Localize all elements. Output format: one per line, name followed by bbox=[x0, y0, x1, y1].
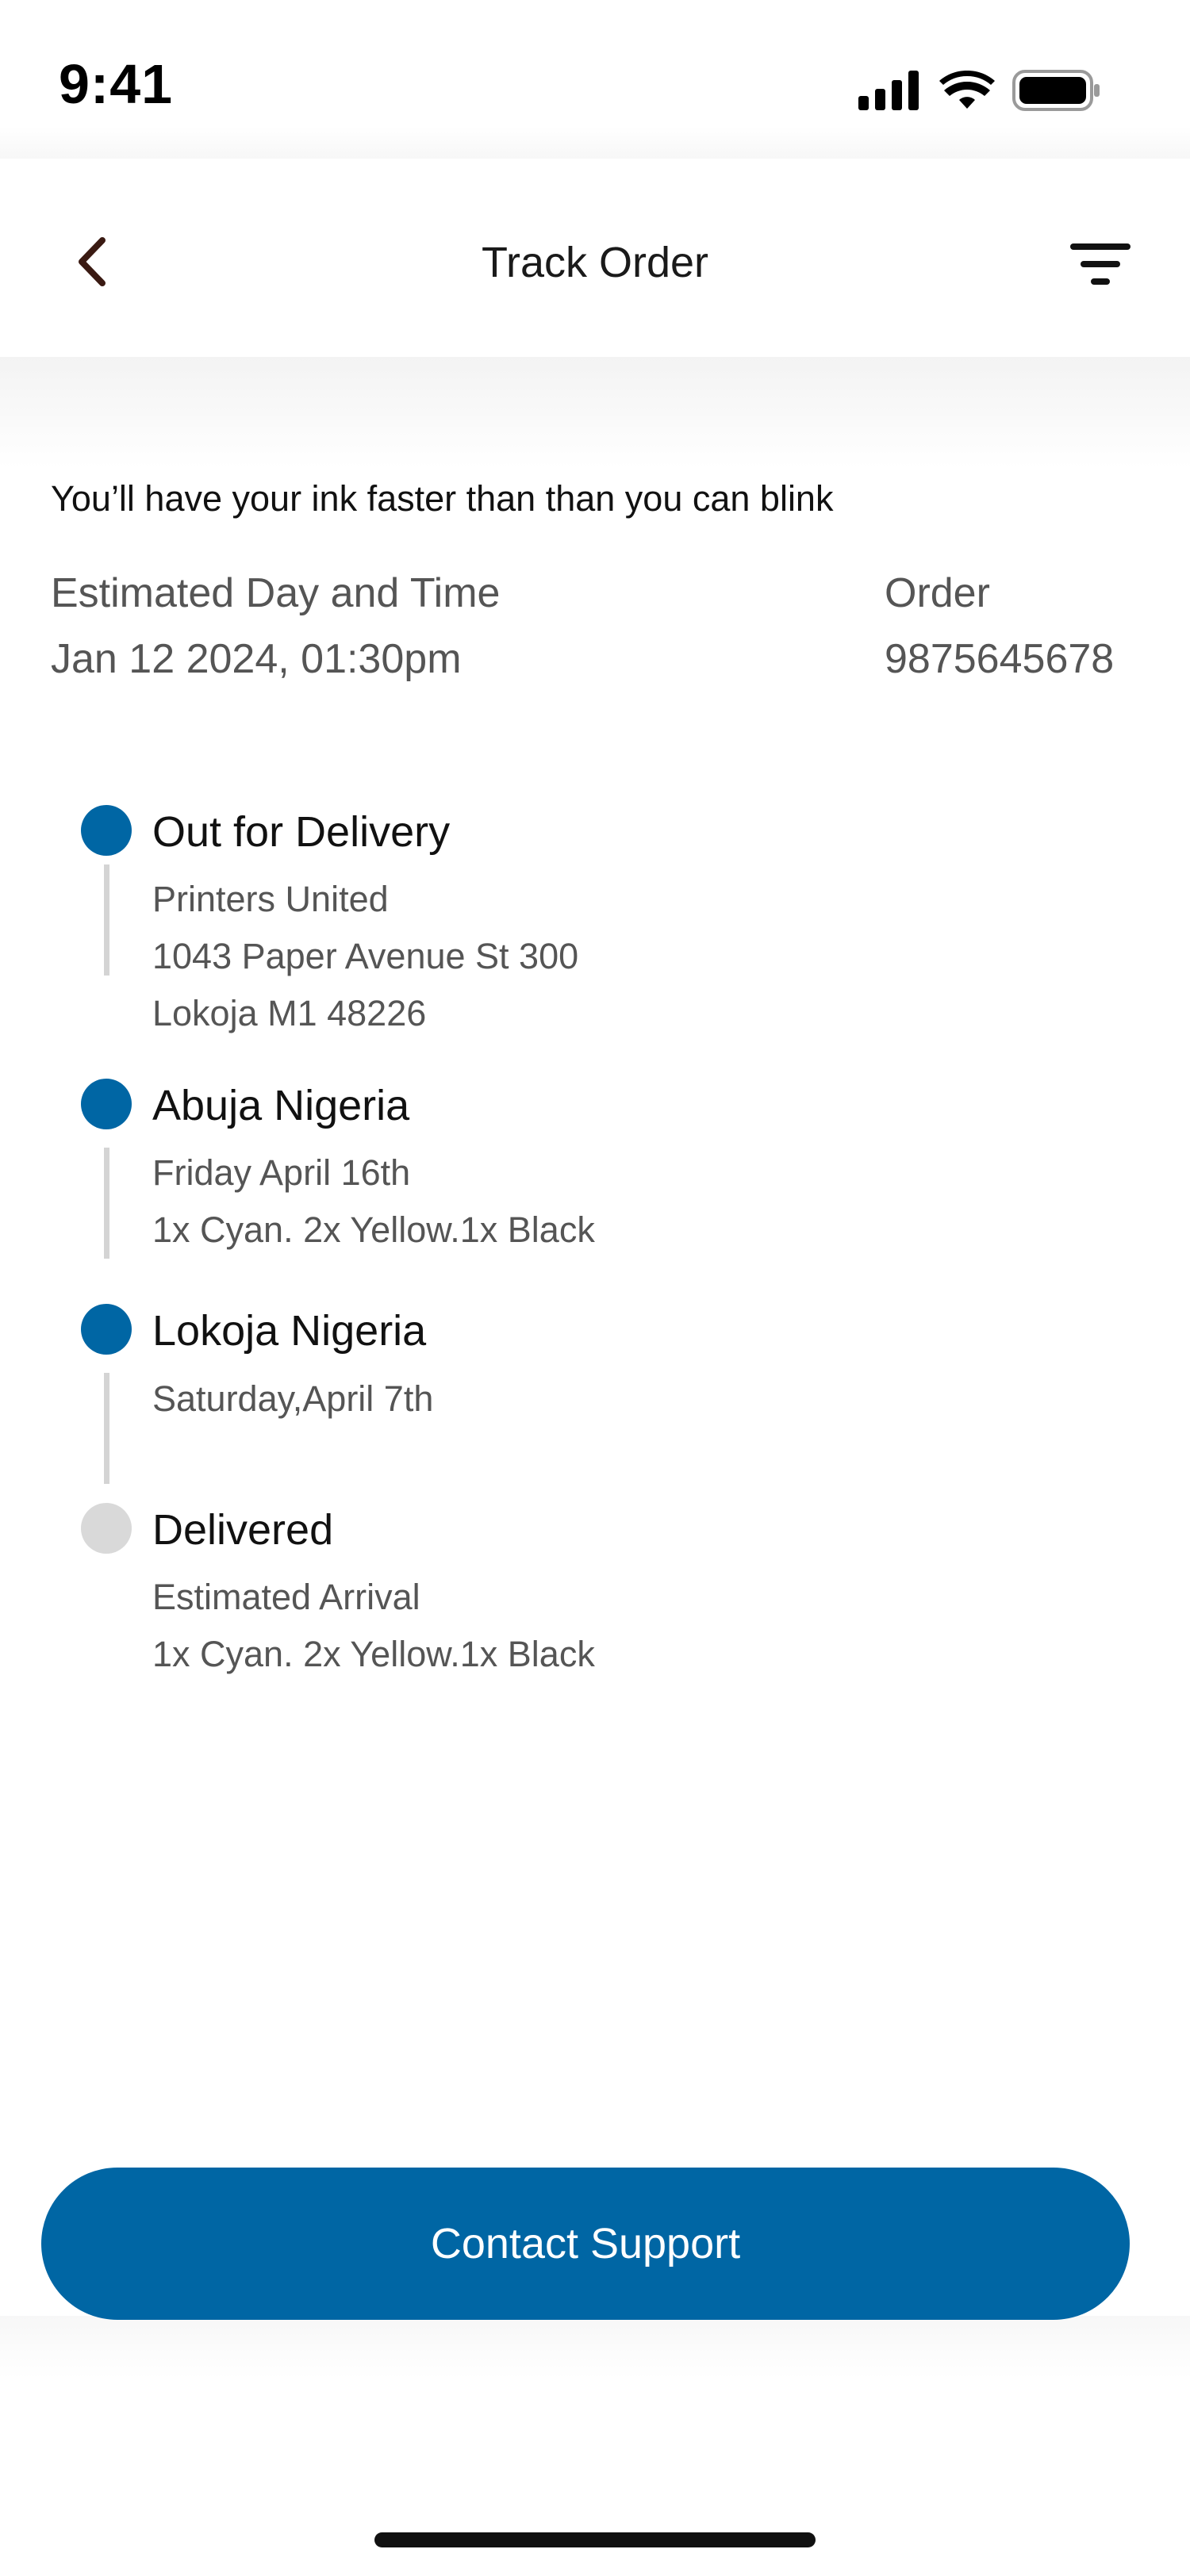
filter-button[interactable] bbox=[1066, 238, 1134, 293]
estimated-label: Estimated Day and Time bbox=[51, 570, 501, 616]
wifi-icon bbox=[939, 71, 995, 114]
contact-support-button[interactable]: Contact Support bbox=[41, 2168, 1130, 2320]
timeline-step-title: Lokoja Nigeria bbox=[152, 1307, 427, 1355]
timeline-step-detail: 1x Cyan. 2x Yellow.1x Black bbox=[152, 1209, 595, 1250]
timeline-step-detail: 1x Cyan. 2x Yellow.1x Black bbox=[152, 1634, 595, 1674]
timeline-step-title: Abuja Nigeria bbox=[152, 1082, 410, 1129]
timeline-dot bbox=[81, 805, 132, 856]
timeline-dot bbox=[81, 1079, 132, 1129]
app-header: Track Order bbox=[0, 159, 1190, 357]
signal-icon bbox=[858, 71, 922, 114]
filter-icon bbox=[1070, 240, 1130, 292]
timeline-step-detail: Friday April 16th bbox=[152, 1152, 411, 1193]
estimated-value: Jan 12 2024, 01:30pm bbox=[51, 636, 462, 682]
timeline-connector bbox=[104, 1373, 109, 1484]
status-time: 9:41 bbox=[59, 53, 174, 115]
order-number: 9875645678 bbox=[885, 636, 1115, 682]
timeline-step-title: Out for Delivery bbox=[152, 808, 451, 856]
home-indicator bbox=[374, 2532, 816, 2547]
order-label: Order bbox=[885, 570, 990, 616]
timeline-dot bbox=[81, 1304, 132, 1355]
delivery-tagline: You’ll have your ink faster than than yo… bbox=[51, 478, 834, 519]
timeline-step-detail: 1043 Paper Avenue St 300 bbox=[152, 936, 579, 976]
timeline-step-detail: Saturday,April 7th bbox=[152, 1378, 434, 1419]
timeline-step-detail: Printers United bbox=[152, 879, 389, 919]
timeline-dot-pending bbox=[81, 1503, 132, 1554]
status-bar: 9:41 bbox=[0, 0, 1190, 159]
timeline-step-detail: Estimated Arrival bbox=[152, 1577, 420, 1617]
battery-icon bbox=[1012, 70, 1101, 115]
timeline-connector bbox=[104, 1148, 109, 1259]
header-shadow bbox=[0, 357, 1190, 468]
bottom-bar-background bbox=[0, 2316, 1190, 2379]
timeline-step-title: Delivered bbox=[152, 1506, 334, 1554]
timeline-step-detail: Lokoja M1 48226 bbox=[152, 993, 427, 1033]
status-icons bbox=[858, 70, 1101, 115]
timeline-connector bbox=[104, 864, 109, 976]
page-title: Track Order bbox=[481, 239, 709, 286]
